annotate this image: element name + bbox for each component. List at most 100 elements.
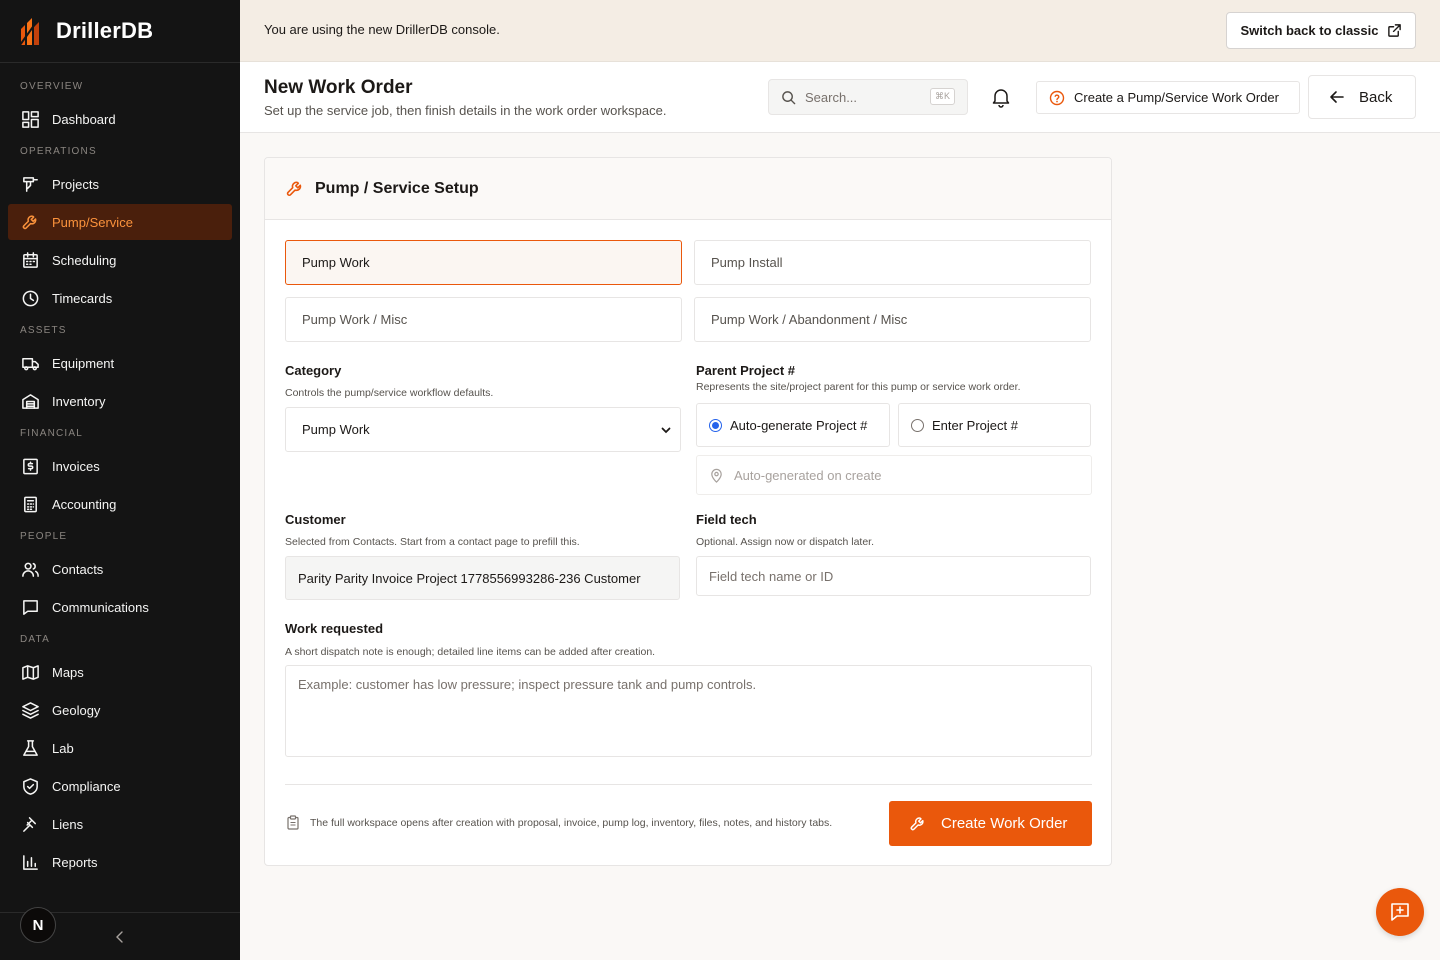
customer-field: Parity Parity Invoice Project 1778556993… bbox=[285, 556, 680, 600]
nav-section-people: PEOPLE bbox=[20, 531, 68, 542]
console-banner: You are using the new DrillerDB console.… bbox=[240, 0, 1440, 62]
dashboard-icon bbox=[20, 109, 40, 129]
search-input[interactable]: Search... ⌘K bbox=[768, 79, 968, 115]
avatar[interactable]: N bbox=[20, 907, 56, 943]
sidebar-item-pump-service[interactable]: Pump/Service bbox=[8, 204, 232, 240]
sidebar-item-dashboard[interactable]: Dashboard bbox=[8, 101, 232, 137]
sidebar-item-accounting[interactable]: Accounting bbox=[8, 486, 232, 522]
bell-icon[interactable] bbox=[990, 86, 1012, 108]
message-icon bbox=[20, 597, 40, 617]
sidebar-item-label: Liens bbox=[52, 816, 84, 832]
switch-classic-label: Switch back to classic bbox=[1240, 23, 1379, 38]
gavel-icon bbox=[20, 814, 40, 834]
create-work-order-label: Create Work Order bbox=[941, 815, 1068, 832]
map-pin-icon bbox=[711, 468, 722, 483]
category-select[interactable]: Pump Work bbox=[285, 407, 681, 452]
sidebar-item-contacts[interactable]: Contacts bbox=[8, 551, 232, 587]
parent-project-help: Represents the site/project parent for t… bbox=[696, 381, 1021, 393]
sidebar-item-inventory[interactable]: Inventory bbox=[8, 383, 232, 419]
wrench-icon bbox=[910, 816, 924, 830]
work-type-pump-work[interactable]: Pump Work bbox=[285, 240, 682, 285]
drill-rig-icon bbox=[20, 174, 40, 194]
sidebar-item-liens[interactable]: Liens bbox=[8, 806, 232, 842]
warehouse-icon bbox=[20, 391, 40, 411]
field-tech-label: Field tech bbox=[696, 512, 757, 527]
chat-button[interactable] bbox=[1376, 888, 1424, 936]
sidebar-item-lab[interactable]: Lab bbox=[8, 730, 232, 766]
users-icon bbox=[20, 559, 40, 579]
field-tech-input[interactable]: Field tech name or ID bbox=[696, 556, 1091, 596]
back-button[interactable]: Back bbox=[1308, 75, 1416, 119]
customer-value: Parity Parity Invoice Project 1778556993… bbox=[298, 570, 641, 586]
field-tech-help: Optional. Assign now or dispatch later. bbox=[696, 536, 875, 548]
work-requested-textarea[interactable]: Example: customer has low pressure; insp… bbox=[285, 665, 1092, 757]
radio-checked[interactable] bbox=[709, 418, 722, 432]
chevron-left-icon[interactable] bbox=[112, 929, 128, 945]
sidebar-item-scheduling[interactable]: Scheduling bbox=[8, 242, 232, 278]
wrench-icon bbox=[286, 181, 302, 196]
brand[interactable]: DrillerDB bbox=[0, 0, 240, 63]
category-help: Controls the pump/service workflow defau… bbox=[285, 387, 494, 399]
search-placeholder: Search... bbox=[805, 89, 858, 105]
footer-note-text: The full workspace opens after creation … bbox=[310, 816, 833, 829]
sidebar-item-label: Communications bbox=[52, 599, 149, 615]
radio-unchecked[interactable] bbox=[911, 418, 924, 432]
sidebar-item-label: Scheduling bbox=[52, 252, 117, 268]
customer-help: Selected from Contacts. Start from a con… bbox=[285, 536, 580, 548]
nav-section-assets: ASSETS bbox=[20, 325, 67, 336]
sidebar-item-label: Invoices bbox=[52, 458, 100, 474]
footer-note: The full workspace opens after creation … bbox=[286, 815, 832, 830]
radio-label: Enter Project # bbox=[932, 417, 1018, 433]
calendar-icon bbox=[20, 250, 40, 270]
sidebar-item-label: Timecards bbox=[52, 290, 113, 306]
sidebar-item-label: Compliance bbox=[52, 778, 121, 794]
sidebar-item-projects[interactable]: Projects bbox=[8, 166, 232, 202]
shield-icon bbox=[20, 776, 40, 796]
category-label: Category bbox=[285, 363, 342, 378]
sidebar: DrillerDB OVERVIEW Dashboard OPERATIONS … bbox=[0, 0, 240, 960]
create-work-order-button[interactable]: Create Work Order bbox=[889, 801, 1092, 846]
work-type-label: Pump Work bbox=[302, 255, 370, 270]
work-requested-help: A short dispatch note is enough; detaile… bbox=[285, 646, 656, 658]
sidebar-item-label: Lab bbox=[52, 740, 74, 756]
sidebar-item-label: Pump/Service bbox=[52, 214, 133, 230]
radio-enter-project[interactable]: Enter Project # bbox=[898, 403, 1091, 447]
app-name: DrillerDB bbox=[56, 18, 154, 43]
work-requested-label: Work requested bbox=[285, 621, 384, 636]
work-type-label: Pump Install bbox=[711, 255, 783, 270]
auto-project-field: Auto-generated on create bbox=[696, 455, 1092, 495]
sidebar-item-timecards[interactable]: Timecards bbox=[8, 280, 232, 316]
sidebar-item-reports[interactable]: Reports bbox=[8, 844, 232, 880]
wrench-icon bbox=[20, 212, 40, 232]
arrow-left-icon bbox=[1330, 91, 1344, 103]
work-requested-placeholder: Example: customer has low pressure; insp… bbox=[298, 677, 757, 692]
sidebar-item-communications[interactable]: Communications bbox=[8, 589, 232, 625]
parent-project-label: Parent Project # bbox=[696, 363, 795, 378]
nav-section-overview: OVERVIEW bbox=[20, 81, 84, 92]
sidebar-item-geology[interactable]: Geology bbox=[8, 692, 232, 728]
radio-auto-generate-project[interactable]: Auto-generate Project # bbox=[696, 403, 890, 447]
help-guide-button[interactable]: Create a Pump/Service Work Order bbox=[1036, 81, 1300, 114]
switch-classic-button[interactable]: Switch back to classic bbox=[1226, 12, 1416, 49]
nav-section-data: DATA bbox=[20, 634, 50, 645]
sidebar-item-label: Contacts bbox=[52, 561, 104, 577]
sidebar-item-label: Maps bbox=[52, 664, 84, 680]
page-header: New Work Order Set up the service job, t… bbox=[240, 62, 1440, 133]
work-type-label: Pump Work / Abandonment / Misc bbox=[711, 312, 908, 327]
radio-label: Auto-generate Project # bbox=[730, 417, 868, 433]
sidebar-item-label: Accounting bbox=[52, 496, 117, 512]
sidebar-item-compliance[interactable]: Compliance bbox=[8, 768, 232, 804]
help-guide-label: Create a Pump/Service Work Order bbox=[1074, 90, 1279, 105]
sidebar-item-maps[interactable]: Maps bbox=[8, 654, 232, 690]
field-tech-placeholder: Field tech name or ID bbox=[709, 568, 834, 584]
work-type-abandonment-misc[interactable]: Pump Work / Abandonment / Misc bbox=[694, 297, 1091, 342]
card-header: Pump / Service Setup bbox=[265, 158, 1111, 220]
sidebar-item-invoices[interactable]: Invoices bbox=[8, 448, 232, 484]
nav-section-financial: FINANCIAL bbox=[20, 428, 84, 439]
help-circle-icon bbox=[1049, 90, 1065, 105]
sidebar-item-equipment[interactable]: Equipment bbox=[8, 345, 232, 381]
work-type-pump-install[interactable]: Pump Install bbox=[694, 240, 1091, 285]
map-icon bbox=[20, 662, 40, 682]
nav-section-operations: OPERATIONS bbox=[20, 146, 97, 157]
work-type-pump-work-misc[interactable]: Pump Work / Misc bbox=[285, 297, 682, 342]
